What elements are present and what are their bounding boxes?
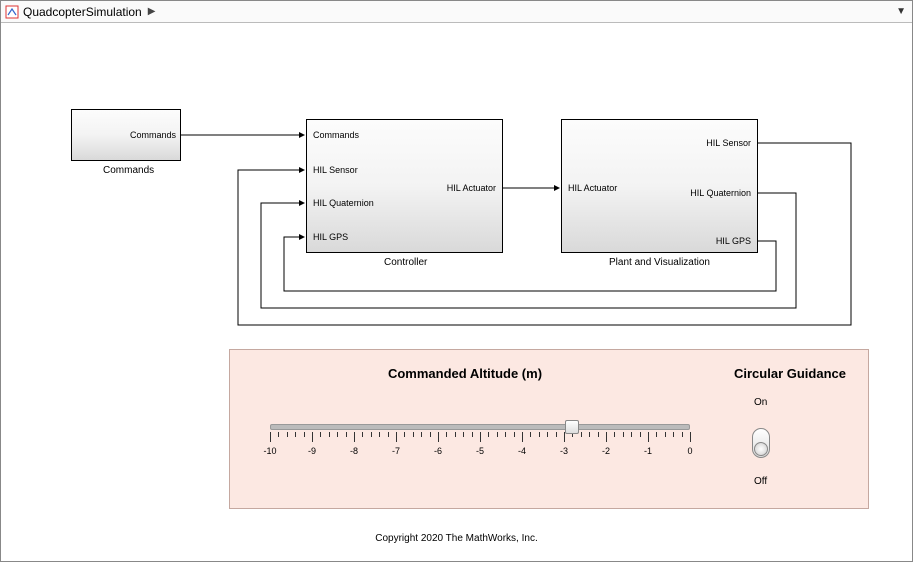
- guidance-off-label: Off: [754, 476, 767, 487]
- block-controller[interactable]: Commands HIL Sensor HIL Quaternion HIL G…: [306, 119, 503, 253]
- slider-tick-label: -3: [560, 446, 568, 456]
- slider-tick-label: -7: [392, 446, 400, 456]
- breadcrumb-arrow-icon[interactable]: ▶: [148, 6, 156, 17]
- block-plant[interactable]: HIL Actuator HIL Sensor HIL Quaternion H…: [561, 119, 758, 253]
- block-commands-label: Commands: [103, 165, 154, 176]
- plant-in-actuator: HIL Actuator: [568, 183, 617, 193]
- slider-tick-label: 0: [687, 446, 692, 456]
- switch-knob-icon: [754, 442, 768, 456]
- simulink-window: QuadcopterSimulation ▶ ▼ Commands C: [0, 0, 913, 562]
- block-commands[interactable]: Commands: [71, 109, 181, 161]
- altitude-slider[interactable]: -10-9-8-7-6-5-4-3-2-10: [270, 424, 690, 464]
- slider-thumb[interactable]: [565, 420, 579, 434]
- controller-in-quat: HIL Quaternion: [313, 198, 374, 208]
- simulink-icon: [5, 5, 19, 19]
- controller-in-sensor: HIL Sensor: [313, 165, 358, 175]
- controller-in-commands: Commands: [313, 130, 359, 140]
- slider-tick-label: -10: [263, 446, 276, 456]
- slider-tick-label: -5: [476, 446, 484, 456]
- guidance-switch[interactable]: [752, 428, 770, 458]
- controller-in-gps: HIL GPS: [313, 232, 348, 242]
- guidance-title: Circular Guidance: [720, 366, 860, 381]
- model-title[interactable]: QuadcopterSimulation: [23, 5, 142, 19]
- guidance-on-label: On: [754, 397, 767, 408]
- slider-tick-label: -6: [434, 446, 442, 456]
- model-canvas[interactable]: Commands Commands Commands HIL Sensor HI…: [1, 23, 912, 561]
- plant-out-quat: HIL Quaternion: [690, 188, 751, 198]
- block-controller-label: Controller: [384, 257, 427, 268]
- slider-tick-label: -4: [518, 446, 526, 456]
- controller-out-actuator: HIL Actuator: [447, 183, 496, 193]
- copyright-text: Copyright 2020 The MathWorks, Inc.: [1, 533, 912, 544]
- dashboard-panel: Commanded Altitude (m) Circular Guidance…: [229, 349, 869, 509]
- altitude-title: Commanded Altitude (m): [230, 366, 700, 381]
- block-plant-label: Plant and Visualization: [609, 257, 710, 268]
- plant-out-gps: HIL GPS: [716, 236, 751, 246]
- titlebar: QuadcopterSimulation ▶ ▼: [1, 1, 912, 23]
- titlebar-dropdown-icon[interactable]: ▼: [896, 6, 906, 17]
- port-commands-out: Commands: [130, 130, 176, 140]
- plant-out-sensor: HIL Sensor: [706, 138, 751, 148]
- slider-tick-label: -8: [350, 446, 358, 456]
- slider-tick-label: -2: [602, 446, 610, 456]
- slider-tick-label: -1: [644, 446, 652, 456]
- slider-tick-label: -9: [308, 446, 316, 456]
